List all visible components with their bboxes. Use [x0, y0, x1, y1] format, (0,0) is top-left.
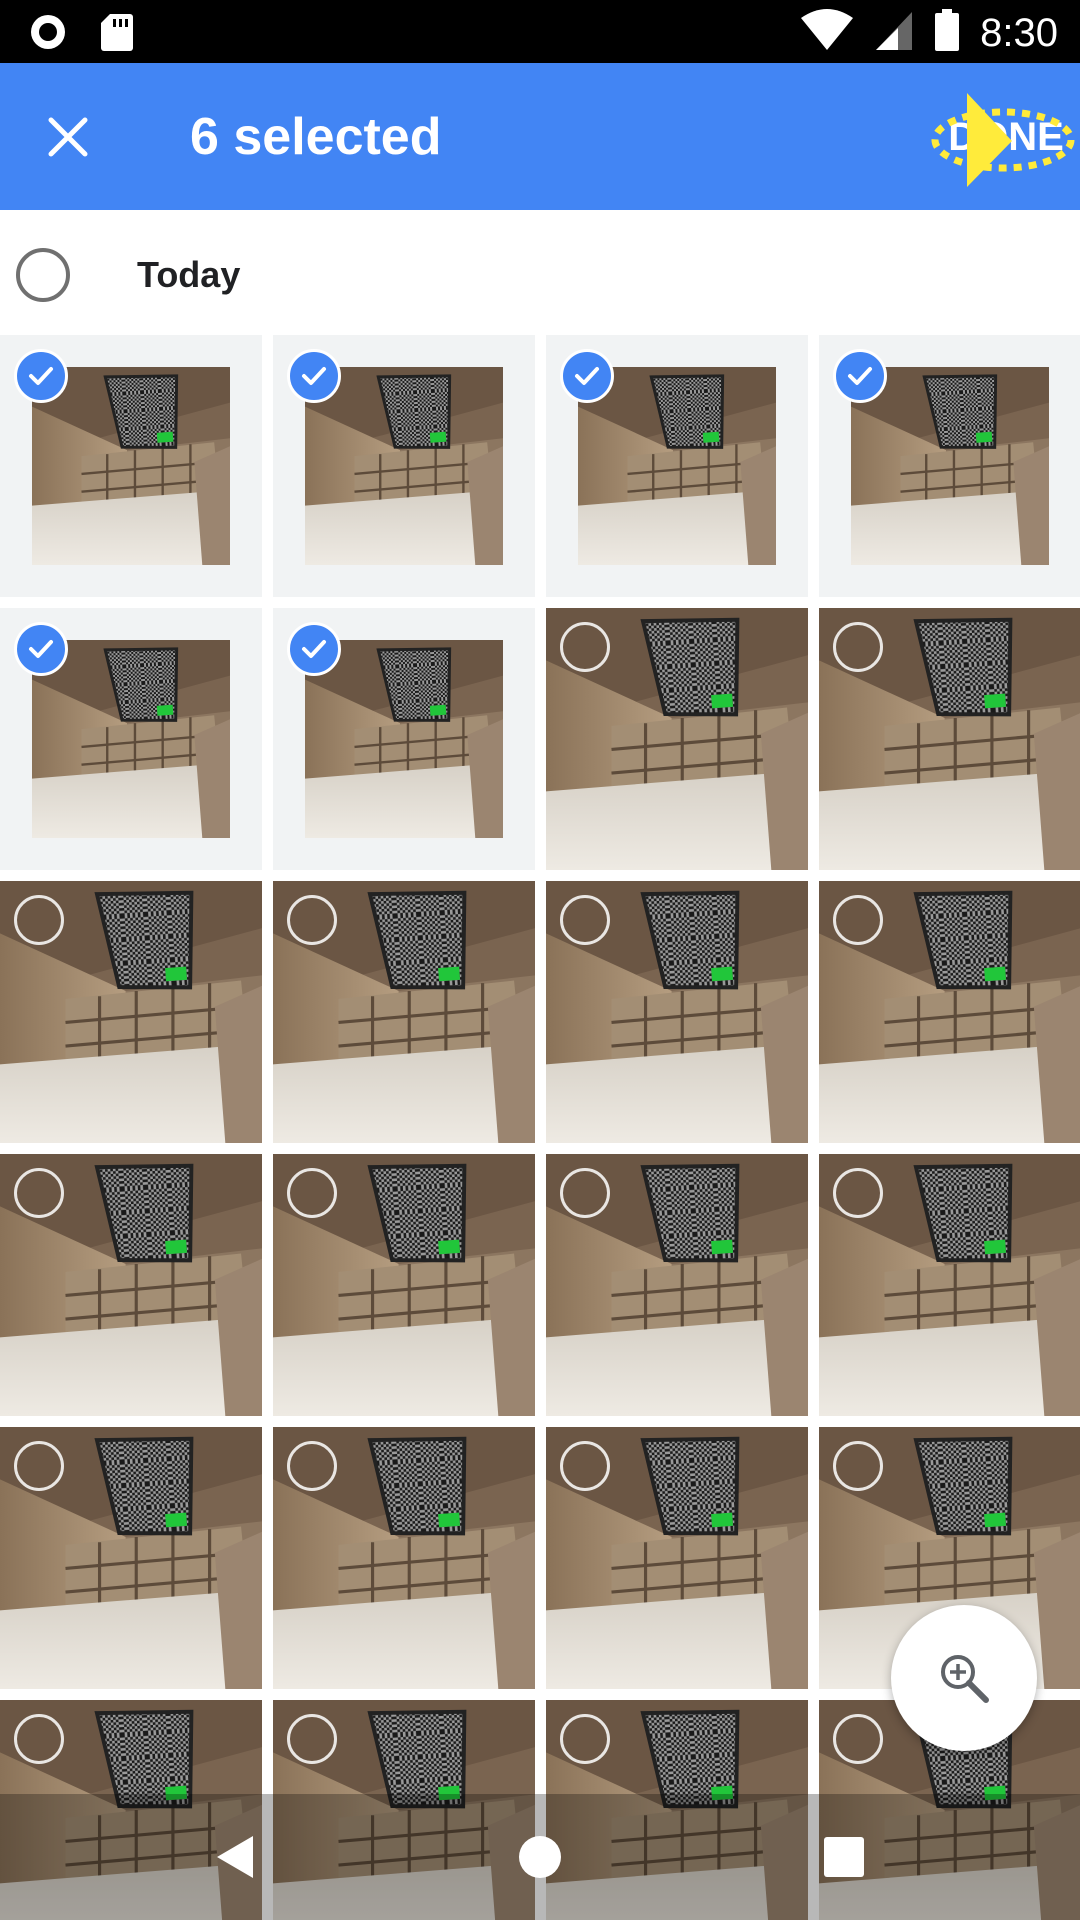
photo-thumbnail	[32, 640, 230, 838]
cell-signal-icon	[874, 8, 914, 57]
battery-icon	[934, 8, 960, 57]
zoom-in-icon	[941, 1655, 989, 1703]
unselected-circle-icon[interactable]	[833, 1441, 883, 1491]
unselected-circle-icon[interactable]	[833, 1168, 883, 1218]
sd-card-icon	[100, 12, 134, 57]
unselected-circle-icon[interactable]	[560, 1168, 610, 1218]
photo-tile[interactable]	[0, 335, 262, 597]
selection-app-bar: 6 selected DONE	[0, 63, 1080, 210]
selected-check-icon[interactable]	[833, 349, 887, 403]
back-icon	[217, 1836, 253, 1878]
photo-tile[interactable]	[819, 608, 1080, 870]
unselected-circle-icon[interactable]	[833, 1714, 883, 1764]
photo-thumbnail	[305, 367, 503, 565]
photo-tile[interactable]	[0, 881, 262, 1143]
select-all-today-checkbox[interactable]	[16, 248, 70, 302]
photo-thumbnail	[851, 367, 1049, 565]
unselected-circle-icon[interactable]	[14, 1168, 64, 1218]
photo-tile[interactable]	[0, 608, 262, 870]
photo-thumbnail	[305, 640, 503, 838]
section-title: Today	[137, 254, 241, 295]
selected-check-icon[interactable]	[14, 622, 68, 676]
record-icon	[28, 12, 68, 57]
unselected-circle-icon[interactable]	[833, 622, 883, 672]
home-icon	[519, 1836, 561, 1878]
photo-tile[interactable]	[546, 1427, 808, 1689]
recents-icon	[824, 1837, 864, 1877]
photo-tile[interactable]	[273, 1427, 535, 1689]
photo-tile[interactable]	[273, 881, 535, 1143]
photo-thumbnail	[32, 367, 230, 565]
selection-count-title: 6 selected	[190, 108, 442, 166]
recents-button[interactable]	[812, 1825, 876, 1889]
close-button[interactable]	[36, 105, 100, 169]
photo-tile[interactable]	[546, 881, 808, 1143]
selected-check-icon[interactable]	[287, 349, 341, 403]
clock: 8:30	[980, 10, 1058, 55]
unselected-circle-icon[interactable]	[560, 895, 610, 945]
unselected-circle-icon[interactable]	[14, 1714, 64, 1764]
home-button[interactable]	[508, 1825, 572, 1889]
unselected-circle-icon[interactable]	[14, 1441, 64, 1491]
unselected-circle-icon[interactable]	[833, 895, 883, 945]
photo-tile[interactable]	[273, 1154, 535, 1416]
photo-tile[interactable]	[0, 1427, 262, 1689]
back-button[interactable]	[204, 1825, 268, 1889]
selected-check-icon[interactable]	[560, 349, 614, 403]
close-icon	[48, 117, 88, 157]
photo-tile[interactable]	[819, 335, 1080, 597]
photo-tile[interactable]	[819, 1154, 1080, 1416]
unselected-circle-icon[interactable]	[287, 895, 337, 945]
photo-tile[interactable]	[273, 608, 535, 870]
unselected-circle-icon[interactable]	[560, 1714, 610, 1764]
done-button[interactable]: DONE	[931, 93, 1075, 187]
photo-tile[interactable]	[546, 608, 808, 870]
photo-tile[interactable]	[273, 335, 535, 597]
done-label: DONE	[948, 114, 1064, 159]
photo-tile[interactable]	[546, 1154, 808, 1416]
unselected-circle-icon[interactable]	[14, 895, 64, 945]
status-bar: 8:30	[0, 0, 1080, 63]
unselected-circle-icon[interactable]	[287, 1168, 337, 1218]
unselected-circle-icon[interactable]	[560, 1441, 610, 1491]
photo-tile[interactable]	[819, 881, 1080, 1143]
selected-check-icon[interactable]	[287, 622, 341, 676]
photo-tile[interactable]	[546, 335, 808, 597]
unselected-circle-icon[interactable]	[560, 622, 610, 672]
photo-tile[interactable]	[0, 1154, 262, 1416]
zoom-button[interactable]	[891, 1605, 1037, 1751]
navigation-bar	[0, 1794, 1080, 1920]
section-header-today: Today	[0, 210, 1080, 335]
unselected-circle-icon[interactable]	[287, 1441, 337, 1491]
unselected-circle-icon[interactable]	[287, 1714, 337, 1764]
photo-thumbnail	[578, 367, 776, 565]
selected-check-icon[interactable]	[14, 349, 68, 403]
wifi-icon	[800, 8, 854, 57]
